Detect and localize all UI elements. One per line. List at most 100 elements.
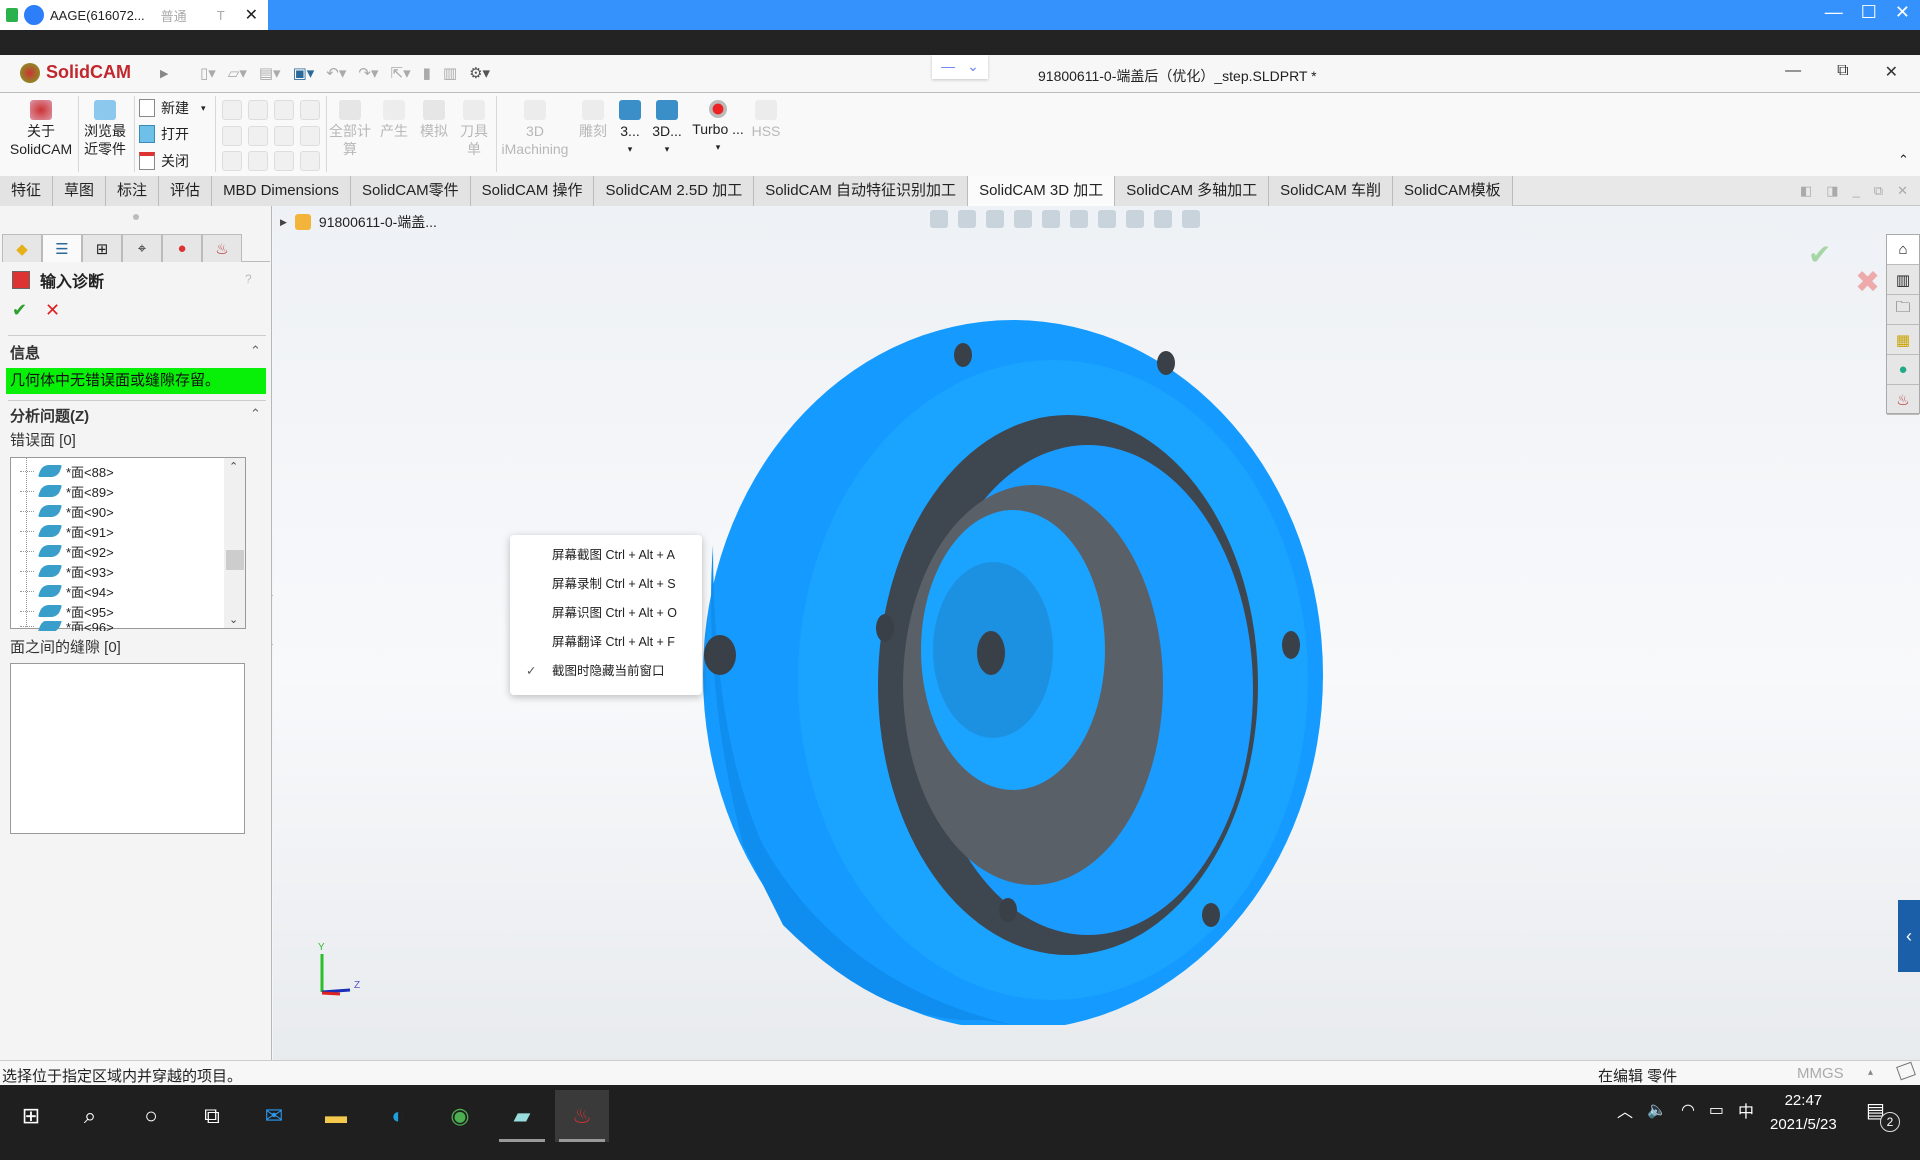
maximize-button[interactable]: ☐ (1861, 2, 1877, 23)
tile-left-icon[interactable]: ◧ (1800, 183, 1812, 199)
face-list-item[interactable]: *面<90> (20, 501, 114, 521)
tab-markup[interactable]: 标注 (106, 176, 160, 206)
tab-solidcam-template[interactable]: SolidCAM模板 (1392, 176, 1513, 206)
wifi-icon[interactable]: ◠ (1681, 1100, 1695, 1120)
tab-solidcam-3d[interactable]: SolidCAM 3D 加工 (968, 176, 1116, 206)
feature-manager-tab[interactable]: ◆ (2, 234, 42, 262)
generate-button[interactable]: 产生 (374, 100, 414, 140)
recent-parts-button[interactable]: 浏览最 近零件 (80, 100, 130, 158)
face-list-item[interactable]: *面<91> (20, 521, 114, 541)
mini-minimize-button[interactable]: — (941, 55, 955, 79)
design-library-tab[interactable]: ▥ (1887, 265, 1919, 295)
solidworks-resources-tab[interactable]: ⌂ (1887, 235, 1919, 265)
units-dropdown-icon[interactable]: ▴ (1868, 1067, 1873, 1078)
previous-view-icon[interactable] (986, 210, 1004, 228)
solidcam-task-tab[interactable]: ♨ (1887, 385, 1919, 415)
expand-arrow-icon[interactable]: ▶ (280, 217, 287, 228)
dropdown-icon[interactable]: ▾ (690, 138, 746, 156)
display-style-icon[interactable] (1070, 210, 1088, 228)
edge-app[interactable]: ◐ (371, 1090, 425, 1142)
show-hidden-icons-icon[interactable]: ︿ (1617, 1098, 1633, 1122)
mail-app[interactable]: ✉ (247, 1090, 301, 1142)
property-manager-tab[interactable]: ☰ (42, 234, 82, 262)
ok-button[interactable]: ✔ (12, 300, 27, 321)
mini-expand-button[interactable]: ⌄ (967, 55, 979, 79)
search-button[interactable]: ⌕ (63, 1090, 117, 1142)
panel-splitter-handle[interactable] (133, 214, 139, 220)
tab-evaluate[interactable]: 评估 (159, 176, 213, 206)
edit-appearance-icon[interactable] (1126, 210, 1144, 228)
dropdown-icon[interactable]: ▾ (648, 140, 686, 158)
confirm-corner-ok-icon[interactable]: ✔ (1808, 238, 1831, 271)
menu-item-screen-translate[interactable]: 屏幕翻译 Ctrl + Alt + F (510, 628, 702, 657)
remote-session-tab[interactable]: AAGE(616072... 普通 T ✕ (0, 0, 268, 30)
collapse-ribbon-icon[interactable]: ⌃ (1898, 152, 1909, 168)
print-icon[interactable]: ▣▾ (293, 64, 315, 82)
gaps-list[interactable] (10, 663, 245, 834)
view-orientation-icon[interactable] (1042, 210, 1060, 228)
open-button[interactable]: 打开 (139, 124, 189, 144)
open-doc-icon[interactable]: ▱▾ (228, 64, 247, 82)
cortana-button[interactable]: ○ (124, 1090, 178, 1142)
menu-item-screen-ocr[interactable]: 屏幕识图 Ctrl + Alt + O (510, 599, 702, 628)
tab-solidcam-operations[interactable]: SolidCAM 操作 (470, 176, 595, 206)
appearances-tab[interactable]: ● (1887, 355, 1919, 385)
about-solidcam-button[interactable]: 关于 SolidCAM (8, 100, 74, 158)
close-button[interactable]: ✕ (1895, 2, 1910, 23)
solidworks-app[interactable]: ♨ (555, 1090, 609, 1142)
undo-icon[interactable]: ↶▾ (326, 64, 346, 82)
file-explorer-tab[interactable]: 🗀 (1887, 295, 1919, 325)
section-view-icon[interactable] (1014, 210, 1032, 228)
file-explorer-app[interactable]: ▬ (309, 1090, 363, 1142)
zoom-to-fit-icon[interactable] (930, 210, 948, 228)
tab-sketch[interactable]: 草图 (53, 176, 107, 206)
tab-solidcam-multiaxis[interactable]: SolidCAM 多轴加工 (1115, 176, 1270, 206)
scroll-thumb[interactable] (226, 550, 244, 570)
doc-close-icon[interactable]: ✕ (1897, 183, 1908, 199)
file-properties-icon[interactable]: ▥ (443, 64, 457, 82)
clock[interactable]: 22:47 2021/5/23 (1770, 1089, 1837, 1137)
browser-app[interactable]: ◉ (433, 1090, 487, 1142)
calculate-all-button[interactable]: 全部计 算 (328, 100, 372, 158)
info-section-header[interactable]: 信息 (10, 342, 40, 363)
view-settings-icon[interactable] (1182, 210, 1200, 228)
engrave-button[interactable]: 雕刻 (575, 100, 611, 140)
tile-right-icon[interactable]: ◨ (1826, 183, 1838, 199)
new-button[interactable]: 新建 ▾ (139, 98, 206, 118)
solidcam-manager-tab[interactable]: ♨ (202, 234, 242, 262)
apply-scene-icon[interactable] (1154, 210, 1172, 228)
tab-mbd-dimensions[interactable]: MBD Dimensions (212, 176, 351, 206)
task-view-button[interactable]: ⧉ (185, 1090, 239, 1142)
face-list-item[interactable]: *面<92> (20, 541, 114, 561)
configuration-manager-tab[interactable]: ⊞ (82, 234, 122, 262)
hss-button[interactable]: HSS (748, 100, 784, 140)
rebuild-icon[interactable]: ▮ (423, 64, 431, 82)
scroll-down-icon[interactable]: ⌄ (229, 613, 238, 626)
solidcam-logo[interactable]: SolidCAM (20, 62, 131, 83)
analysis-section-header[interactable]: 分析问题(Z) (10, 405, 89, 426)
face-list-item[interactable]: *面<88> (20, 461, 114, 481)
view-palette-tab[interactable]: ▦ (1887, 325, 1919, 355)
notepad-app[interactable]: ▰ (495, 1090, 549, 1142)
face-list-item[interactable]: *面<89> (20, 481, 114, 501)
3d-op-button[interactable]: 3... ▾ (612, 100, 648, 158)
app-restore-button[interactable]: ⧉ (1837, 62, 1848, 82)
scroll-up-icon[interactable]: ⌃ (229, 460, 238, 473)
flyout-tree-root[interactable]: ▶ 91800611-0-端盖... (280, 212, 437, 232)
display-manager-tab[interactable]: ● (162, 234, 202, 262)
face-list-item[interactable]: *面<95> (20, 601, 114, 621)
dimxpert-tab[interactable]: ⌖ (122, 234, 162, 262)
session-t-button[interactable]: T (217, 8, 225, 23)
start-button[interactable]: ⊞ (4, 1090, 58, 1142)
dropdown-icon[interactable]: ▾ (612, 140, 648, 158)
session-close-button[interactable]: ✕ (245, 5, 258, 25)
tab-solidcam-turning[interactable]: SolidCAM 车削 (1269, 176, 1393, 206)
redo-icon[interactable]: ↷▾ (358, 64, 378, 82)
menu-arrow-icon[interactable]: ▶ (160, 67, 168, 80)
3d-imachining-button[interactable]: 3D iMachining (498, 100, 572, 158)
tab-solidcam-2-5d[interactable]: SolidCAM 2.5D 加工 (594, 176, 755, 206)
action-center-button[interactable]: ▤ 2 (1866, 1098, 1900, 1132)
doc-restore-icon[interactable]: ⧉ (1874, 183, 1883, 199)
help-icon[interactable]: ? (245, 272, 252, 286)
options-gear-icon[interactable]: ⚙▾ (469, 64, 490, 82)
